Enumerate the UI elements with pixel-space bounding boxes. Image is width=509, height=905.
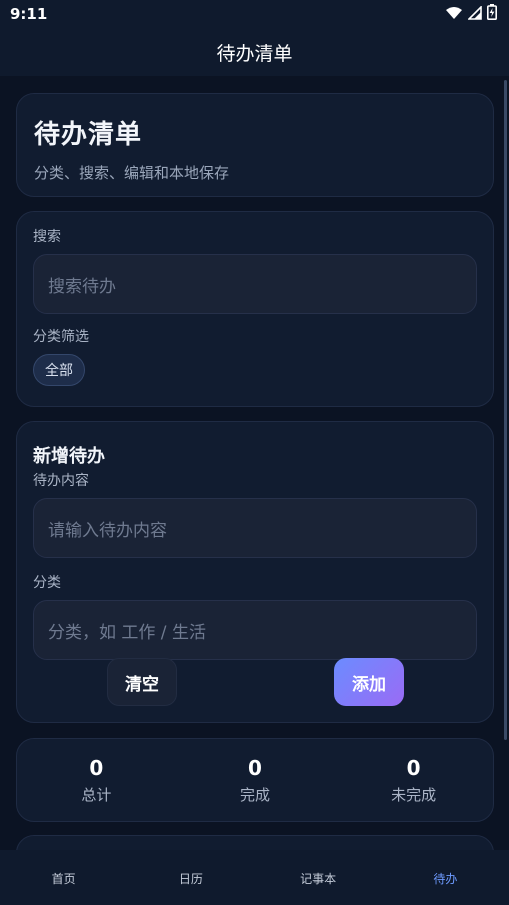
category-label: 分类 <box>33 575 61 591</box>
todo-content-label: 待办内容 <box>33 473 89 489</box>
category-chip-all[interactable]: 全部 <box>33 354 85 386</box>
battery-icon <box>487 4 497 24</box>
page-title: 待办清单 <box>34 120 143 150</box>
page-subtitle: 分类、搜索、编辑和本地保存 <box>34 164 230 182</box>
wifi-icon <box>445 5 463 24</box>
nav-calendar[interactable]: 日历 <box>127 850 254 905</box>
bottom-nav: 首页 日历 记事本 待办 <box>0 850 509 905</box>
stat-total: 0 总计 <box>17 739 176 821</box>
stat-total-value: 0 <box>89 755 104 780</box>
stat-done-label: 完成 <box>239 785 270 804</box>
add-todo-title: 新增待办 <box>33 446 105 467</box>
add-button[interactable]: 添加 <box>334 658 404 706</box>
clear-button[interactable]: 清空 <box>107 658 177 706</box>
category-input[interactable]: 分类，如 工作 / 生活 <box>33 600 477 660</box>
nav-todo[interactable]: 待办 <box>382 850 509 905</box>
scrollbar[interactable] <box>504 80 507 740</box>
action-buttons: 清空 添加 <box>17 658 495 708</box>
header-card: 待办清单 分类、搜索、编辑和本地保存 <box>16 93 494 197</box>
content-scroll[interactable]: 待办清单 分类、搜索、编辑和本地保存 搜索 搜索待办 分类筛选 全部 新增待办 … <box>0 76 509 850</box>
stat-pending-label: 未完成 <box>391 785 437 804</box>
stats-card: 0 总计 0 完成 0 未完成 <box>16 738 494 822</box>
signal-icon <box>467 4 482 24</box>
category-filter-label: 分类筛选 <box>33 329 89 345</box>
todo-content-input[interactable]: 请输入待办内容 <box>33 498 477 558</box>
app-bar-title: 待办清单 <box>216 42 293 65</box>
add-todo-card: 新增待办 待办内容 请输入待办内容 分类 分类，如 工作 / 生活 清空 添加 <box>16 421 494 723</box>
search-input[interactable]: 搜索待办 <box>33 254 477 314</box>
status-time: 9:11 <box>10 5 48 23</box>
todo-content-placeholder: 请输入待办内容 <box>48 520 167 541</box>
filter-card: 搜索 搜索待办 分类筛选 全部 <box>16 211 494 407</box>
stat-done: 0 完成 <box>176 739 335 821</box>
todo-list-card <box>16 835 494 850</box>
search-label: 搜索 <box>33 229 61 245</box>
nav-home[interactable]: 首页 <box>0 850 127 905</box>
status-icons <box>445 4 497 24</box>
stat-done-value: 0 <box>248 755 262 780</box>
stat-pending-value: 0 <box>406 755 421 780</box>
search-placeholder: 搜索待办 <box>48 276 116 297</box>
nav-notebook[interactable]: 记事本 <box>255 850 382 905</box>
app-bar: 待办清单 <box>0 28 509 76</box>
todo-screen: 9:11 待办清单 待办清单 分类、搜索、编辑和本地保存 搜索 搜索待办 分类筛 <box>0 0 509 905</box>
stat-pending: 0 未完成 <box>334 739 493 821</box>
category-placeholder: 分类，如 工作 / 生活 <box>48 622 206 643</box>
status-bar: 9:11 <box>0 0 509 28</box>
stat-total-label: 总计 <box>81 785 112 804</box>
